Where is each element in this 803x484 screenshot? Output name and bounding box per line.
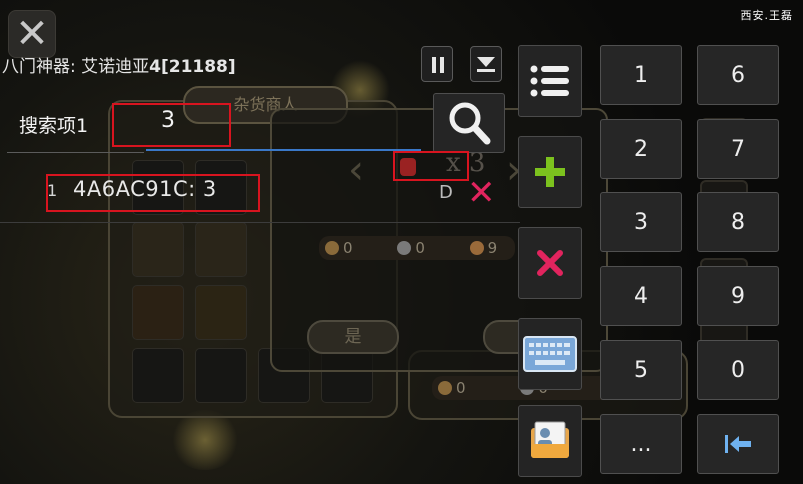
plus-icon xyxy=(535,157,565,187)
game-close-icon: ✕ xyxy=(8,10,56,58)
game-yes-button: 是 xyxy=(307,320,399,354)
process-title: 八门神器: 艾诺迪亚4[21188] xyxy=(2,57,236,77)
game-slot xyxy=(195,348,247,403)
magnifier-icon xyxy=(449,102,491,145)
game-cancel-icon: ✕ xyxy=(467,173,496,213)
search-value-input[interactable]: 3 xyxy=(161,108,175,133)
game-barrel-item xyxy=(132,285,184,340)
add-button[interactable] xyxy=(518,136,582,208)
keyboard-button[interactable] xyxy=(518,318,582,390)
background-glow xyxy=(170,410,240,470)
collapse-icon xyxy=(477,57,495,72)
key-7[interactable]: 7 xyxy=(697,119,779,179)
game-slot xyxy=(132,348,184,403)
key-0[interactable]: 0 xyxy=(697,340,779,400)
game-scroll-item xyxy=(195,222,247,277)
key-4[interactable]: 4 xyxy=(600,266,682,326)
backspace-button[interactable] xyxy=(697,414,779,474)
game-lamp-item xyxy=(195,285,247,340)
watermark-text: 西安.王磊 xyxy=(740,9,793,22)
list-icon xyxy=(530,65,569,97)
contact-card-icon xyxy=(531,421,569,458)
minimize-button[interactable] xyxy=(470,46,502,82)
result-address-value[interactable]: 4A6AC91C: 3 xyxy=(73,177,217,201)
key-2[interactable]: 2 xyxy=(600,119,682,179)
delete-button[interactable] xyxy=(518,227,582,299)
count-highlight xyxy=(393,151,469,181)
search-item-label: 搜索项1 xyxy=(19,115,89,137)
key-9[interactable]: 9 xyxy=(697,266,779,326)
divider xyxy=(7,152,144,153)
key-6[interactable]: 6 xyxy=(697,45,779,105)
contacts-button[interactable] xyxy=(518,405,582,477)
result-index: 1 xyxy=(47,181,58,200)
key-1[interactable]: 1 xyxy=(600,45,682,105)
game-left-arrow-icon: ‹ xyxy=(348,147,364,193)
key-ellipsis[interactable]: ... xyxy=(600,414,682,474)
game-coin-bar-top: 0 0 9 xyxy=(319,236,515,260)
game-scroll-item xyxy=(132,222,184,277)
menu-button[interactable] xyxy=(518,45,582,117)
key-3[interactable]: 3 xyxy=(600,192,682,252)
result-divider xyxy=(0,222,520,223)
key-5[interactable]: 5 xyxy=(600,340,682,400)
backspace-arrow-icon xyxy=(725,435,751,453)
game-d-label: D xyxy=(439,182,453,203)
key-8[interactable]: 8 xyxy=(697,192,779,252)
close-icon xyxy=(537,250,563,276)
keyboard-icon xyxy=(523,336,577,372)
search-input-underline xyxy=(146,149,421,151)
pause-button[interactable] xyxy=(421,46,453,82)
search-button[interactable] xyxy=(433,93,505,153)
